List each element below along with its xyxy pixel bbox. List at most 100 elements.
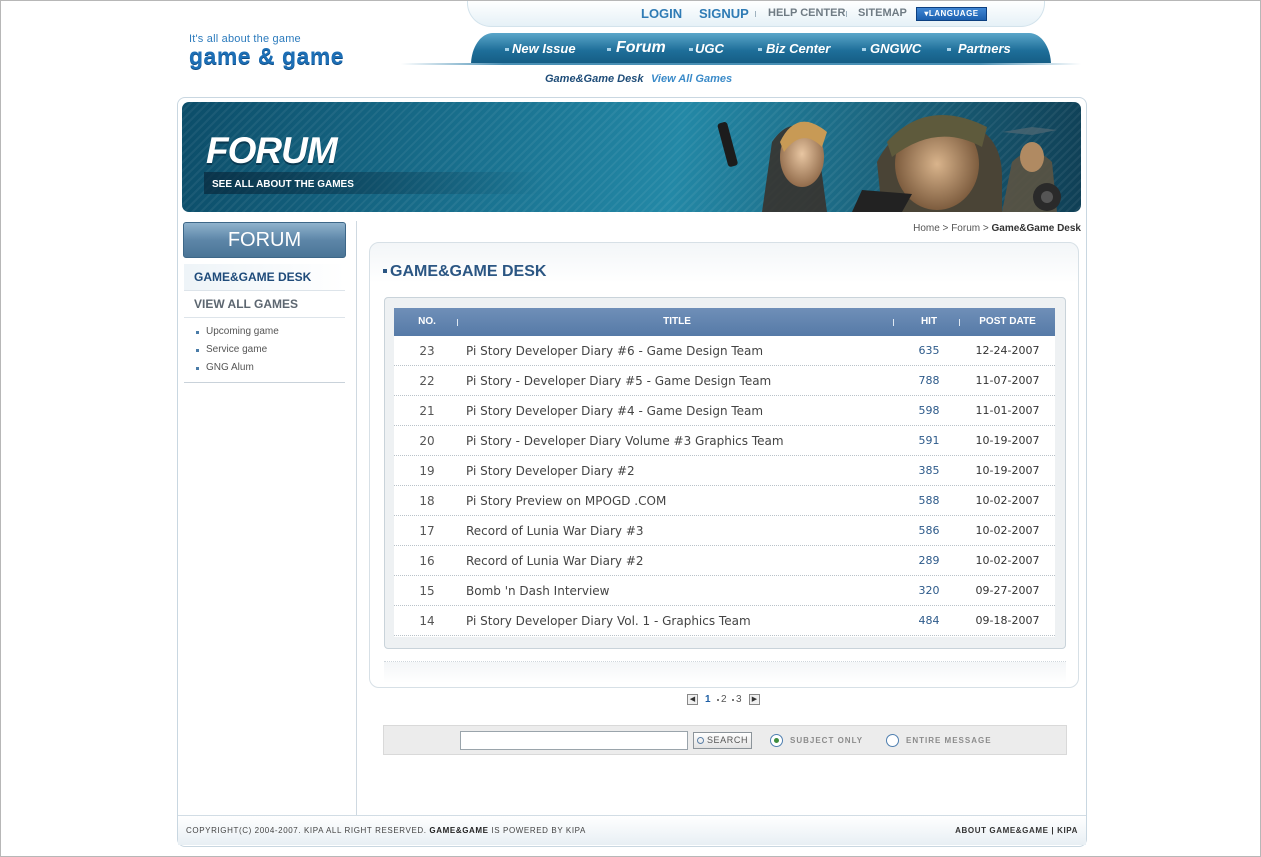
top-separator <box>846 11 847 17</box>
row-post-date: 10-02-2007 <box>975 494 1040 507</box>
nav-biz-center[interactable]: Biz Center <box>766 41 830 56</box>
nav-underline <box>401 63 1081 65</box>
page-3[interactable]: 3 <box>736 693 742 707</box>
nav-ugc[interactable]: UGC <box>695 41 724 56</box>
nav-bullet-icon <box>607 48 611 51</box>
table-row[interactable]: 15 Bomb 'n Dash Interview 320 09-27-2007 <box>394 576 1055 606</box>
row-number: 14 <box>419 614 435 628</box>
row-post-date: 09-27-2007 <box>975 584 1040 597</box>
subject-only-radio[interactable] <box>770 734 783 747</box>
sidebar-divider <box>356 221 357 815</box>
breadcrumb-home[interactable]: Home <box>913 223 940 234</box>
board-table: NO. TITLE HIT POST DATE 23 Pi Story Devel… <box>394 308 1055 637</box>
prev-page-icon[interactable]: ◀ <box>687 694 698 705</box>
row-hit-count: 289 <box>918 554 940 567</box>
table-row[interactable]: 17 Record of Lunia War Diary #3 586 10-02-2… <box>394 516 1055 546</box>
nav-partners[interactable]: Partners <box>958 41 1011 56</box>
language-button[interactable]: ▾LANGUAGE <box>916 7 987 21</box>
banner-subtitle: SEE ALL ABOUT THE GAMES <box>212 179 354 190</box>
table-row[interactable]: 14 Pi Story Developer Diary Vol. 1 - Grap… <box>394 606 1055 636</box>
logo-name: game & game <box>189 43 345 69</box>
soldiers-artwork-icon <box>717 115 1061 212</box>
table-row[interactable]: 21 Pi Story Developer Diary #4 - Game Des… <box>394 396 1055 426</box>
table-header: NO. TITLE HIT POST DATE <box>394 308 1055 336</box>
row-hit-count: 591 <box>918 434 940 447</box>
row-title-link[interactable]: Pi Story Developer Diary #4 - Game Desig… <box>466 396 886 426</box>
sidebar-menu: GAME&GAME DESK VIEW ALL GAMES Upcoming g… <box>184 264 345 383</box>
row-title-link[interactable]: Pi Story Developer Diary #6 - Game Desig… <box>466 336 886 366</box>
sidebar-title: FORUM <box>183 222 346 258</box>
header-separator <box>959 319 960 326</box>
search-bar: SEARCH SUBJECT ONLY ENTIRE MESSAGE <box>383 725 1067 755</box>
nav-bullet-icon <box>689 48 693 51</box>
row-title-link[interactable]: Pi Story Developer Diary Vol. 1 - Graphi… <box>466 606 886 636</box>
table-row[interactable]: 20 Pi Story - Developer Diary Volume #3 G… <box>394 426 1055 456</box>
table-row[interactable]: 22 Pi Story - Developer Diary #5 - Game D… <box>394 366 1055 396</box>
search-button[interactable]: SEARCH <box>693 732 752 749</box>
row-post-date: 12-24-2007 <box>975 344 1040 357</box>
row-title-link[interactable]: Pi Story Preview on MPOGD .COM <box>466 486 886 516</box>
footer-brand: GAME&GAME <box>429 826 489 835</box>
page-separator <box>717 699 719 701</box>
breadcrumb: Home > Forum > Game&Game Desk <box>881 223 1081 234</box>
page-2[interactable]: 2 <box>721 693 727 707</box>
row-post-date: 10-02-2007 <box>975 524 1040 537</box>
magnifier-icon <box>696 737 704 744</box>
row-hit-count: 586 <box>918 524 940 537</box>
sidebar-item-game-game-desk[interactable]: GAME&GAME DESK <box>184 264 345 291</box>
row-title-link[interactable]: Pi Story - Developer Diary #5 - Game Des… <box>466 366 886 396</box>
row-post-date: 10-02-2007 <box>975 554 1040 567</box>
nav-bullet-icon <box>505 48 509 51</box>
site-logo[interactable]: It's all about the game game & game <box>189 33 389 73</box>
entire-message-radio[interactable] <box>886 734 899 747</box>
row-title-link[interactable]: Record of Lunia War Diary #3 <box>466 516 886 546</box>
row-hit-count: 484 <box>918 614 940 627</box>
next-page-icon[interactable]: ▶ <box>749 694 760 705</box>
footer-separator: | <box>1051 826 1055 835</box>
row-title-link[interactable]: Pi Story Developer Diary #2 <box>466 456 886 486</box>
breadcrumb-current: Game&Game Desk <box>991 223 1082 234</box>
help-center-link[interactable]: HELP CENTER <box>768 7 845 19</box>
page-title: GAME&GAME DESK <box>390 263 547 280</box>
nav-new-issue[interactable]: New Issue <box>512 41 576 56</box>
signup-link[interactable]: SIGNUP <box>699 6 749 21</box>
row-title-link[interactable]: Record of Lunia War Diary #2 <box>466 546 886 576</box>
search-input[interactable] <box>460 731 688 750</box>
powered-by-text: IS POWERED BY KIPA <box>491 826 586 835</box>
breadcrumb-separator: > <box>939 223 952 234</box>
sidebar-sub-item-service-game[interactable]: Service game <box>194 341 345 359</box>
top-utility-bar: LOGIN SIGNUP HELP CENTER SITEMAP ▾LANGUA… <box>467 1 1045 27</box>
table-row[interactable]: 16 Record of Lunia War Diary #2 289 10-02-2… <box>394 546 1055 576</box>
row-title-link[interactable]: Pi Story - Developer Diary Volume #3 Gra… <box>466 426 886 456</box>
sidebar-item-view-all-games[interactable]: VIEW ALL GAMES <box>184 291 345 318</box>
row-number: 16 <box>419 554 435 568</box>
table-row[interactable]: 19 Pi Story Developer Diary #2 385 10-19-20… <box>394 456 1055 486</box>
copyright-text: COPYRIGHT(C) 2004-2007. KIPA ALL RIGHT R… <box>186 826 427 835</box>
page-separator <box>732 699 734 701</box>
sitemap-link[interactable]: SITEMAP <box>858 7 907 19</box>
nav-bullet-icon <box>947 48 951 51</box>
row-title-link[interactable]: Bomb 'n Dash Interview <box>466 576 886 606</box>
table-row[interactable]: 23 Pi Story Developer Diary #6 - Game Des… <box>394 336 1055 366</box>
subnav-game-game-desk[interactable]: Game&Game Desk <box>545 73 643 85</box>
footer: COPYRIGHT(C) 2004-2007. KIPA ALL RIGHT R… <box>178 815 1086 845</box>
row-number: 20 <box>419 434 435 448</box>
row-post-date: 11-01-2007 <box>975 404 1040 417</box>
nav-forum[interactable]: Forum <box>616 39 666 57</box>
table-row[interactable]: 18 Pi Story Preview on MPOGD .COM 588 10-02… <box>394 486 1055 516</box>
sidebar-sub-item-gng-alum[interactable]: GNG Alum <box>194 359 345 377</box>
kipa-link[interactable]: KIPA <box>1057 826 1078 835</box>
login-link[interactable]: LOGIN <box>641 6 682 21</box>
row-number: 18 <box>419 494 435 508</box>
about-link[interactable]: ABOUT GAME&GAME <box>955 826 1048 835</box>
row-post-date: 09-18-2007 <box>975 614 1040 627</box>
row-hit-count: 788 <box>918 374 940 387</box>
page-1[interactable]: 1 <box>705 693 711 707</box>
subnav-view-all-games[interactable]: View All Games <box>651 73 732 85</box>
main-nav: New Issue Forum UGC Biz Center GNGWC Par… <box>401 33 1081 65</box>
nav-gngwc[interactable]: GNGWC <box>870 41 921 56</box>
nav-bullet-icon <box>758 48 762 51</box>
search-button-label: SEARCH <box>706 735 749 745</box>
breadcrumb-forum[interactable]: Forum <box>951 223 980 234</box>
sidebar-sub-item-upcoming-game[interactable]: Upcoming game <box>194 323 345 341</box>
